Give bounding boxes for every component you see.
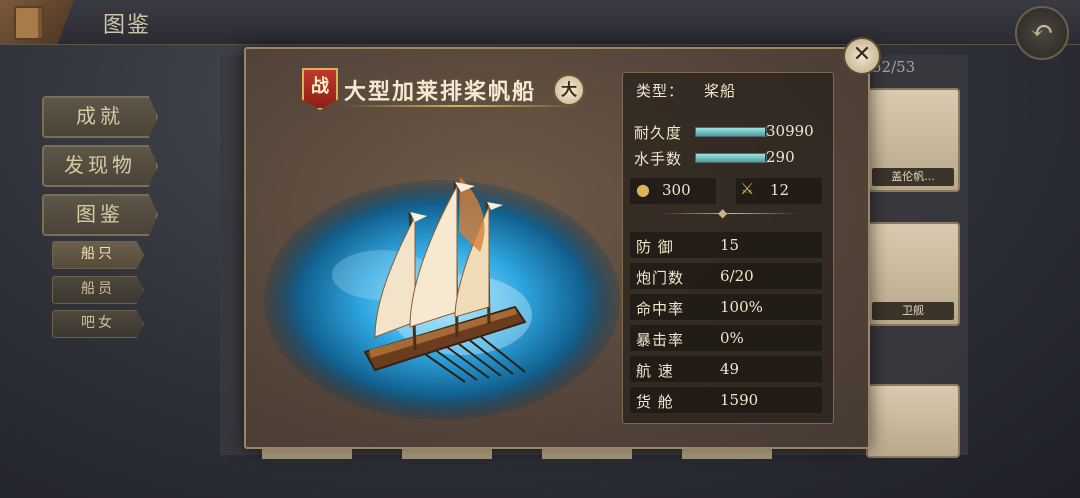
durability-label: 耐久度 — [634, 124, 683, 142]
size-badge: 大 — [553, 74, 585, 106]
divider — [660, 213, 800, 214]
collection-card[interactable]: 卫舰 — [866, 222, 960, 326]
close-button[interactable]: ✕ — [843, 37, 881, 75]
sailors-bar-fill — [696, 154, 765, 162]
nav-codex[interactable]: 图鉴 — [42, 194, 158, 236]
top-bar: 图鉴 — [0, 0, 1080, 45]
cannon-value: 300 — [662, 181, 691, 199]
stat-value: 0% — [720, 329, 744, 347]
sailors-label: 水手数 — [634, 150, 683, 168]
sailors-value: 290 — [766, 148, 795, 166]
stat-value: 1590 — [720, 391, 759, 409]
stat-value: 49 — [720, 360, 740, 378]
back-button[interactable]: ↶ — [1015, 6, 1069, 60]
stat-label: 货 舱 — [636, 393, 674, 411]
nav-sub-crew[interactable]: 船员 — [52, 276, 144, 304]
crossed-swords-icon: ⚔ — [740, 179, 755, 198]
book-icon[interactable] — [0, 0, 74, 44]
stat-label: 炮门数 — [636, 269, 685, 287]
ship-name: 大型加莱排桨帆船 — [344, 79, 537, 105]
card-caption: 盖伦帆... — [872, 168, 954, 186]
stat-value: 6/20 — [720, 267, 754, 285]
card-caption: 卫舰 — [872, 302, 954, 320]
stat-label: 航 速 — [636, 362, 674, 380]
durability-value: 30990 — [766, 122, 814, 140]
durability-bar — [695, 127, 767, 137]
stat-value: 100% — [720, 298, 763, 316]
sailors-bar — [695, 153, 767, 163]
name-underline — [342, 105, 582, 107]
type-value: 桨船 — [704, 82, 737, 100]
collection-card[interactable]: 盖伦帆... — [866, 88, 960, 192]
ship-model — [363, 177, 527, 383]
collection-card[interactable] — [866, 384, 960, 458]
durability-bar-fill — [696, 128, 765, 136]
melee-value: 12 — [770, 181, 790, 199]
close-icon: ✕ — [852, 42, 872, 67]
stat-value: 15 — [720, 236, 740, 254]
page-title: 图鉴 — [103, 13, 152, 38]
stat-label: 防 御 — [636, 238, 674, 256]
nav-discoveries[interactable]: 发现物 — [42, 145, 158, 187]
nav-achievements[interactable]: 成就 — [42, 96, 158, 138]
stat-label: 命中率 — [636, 300, 685, 318]
back-arrow-icon: ↶ — [1030, 14, 1054, 47]
divider-ornament: ◆ — [718, 206, 728, 220]
nav-sub-barmaids[interactable]: 吧女 — [52, 310, 144, 338]
cannon-icon: ● — [636, 180, 650, 199]
nav-sub-ships[interactable]: 船只 — [52, 241, 144, 269]
type-label: 类型： — [636, 82, 685, 100]
stat-label: 暴击率 — [636, 331, 685, 349]
